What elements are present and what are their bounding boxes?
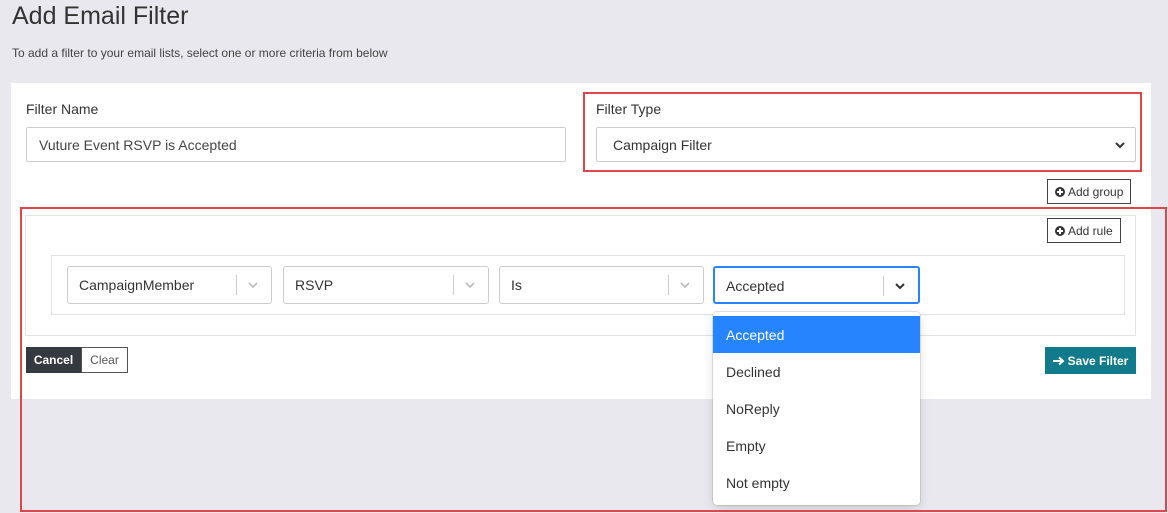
filter-name-label: Filter Name xyxy=(26,101,99,117)
chevron-down-icon xyxy=(895,283,905,290)
menu-option-label: Declined xyxy=(726,363,781,380)
menu-option-label: Accepted xyxy=(726,326,785,343)
save-filter-button[interactable]: Save Filter xyxy=(1045,347,1136,374)
rule-operator-value: Is xyxy=(511,277,522,293)
menu-option[interactable]: Empty xyxy=(713,427,920,464)
select-separator xyxy=(236,275,237,295)
filter-type-label: Filter Type xyxy=(596,101,662,117)
add-rule-label: Add rule xyxy=(1068,223,1113,238)
page-subtitle: To add a filter to your email lists, sel… xyxy=(12,46,388,60)
rule-value-value: Accepted xyxy=(726,278,785,294)
select-separator xyxy=(883,276,884,296)
cancel-label: Cancel xyxy=(33,353,74,367)
rule-field-value: CampaignMember xyxy=(79,277,195,293)
select-separator xyxy=(668,275,669,295)
add-rule-button[interactable]: Add rule xyxy=(1047,218,1121,243)
page-title: Add Email Filter xyxy=(12,2,189,30)
arrow-right-icon xyxy=(1052,356,1065,365)
filter-type-select[interactable]: Campaign Filter xyxy=(596,127,1136,162)
add-group-button[interactable]: Add group xyxy=(1047,179,1132,204)
cancel-button[interactable]: Cancel xyxy=(26,347,81,373)
select-separator xyxy=(453,275,454,295)
rule-operator-select[interactable]: Is xyxy=(499,266,704,304)
menu-option-label: Empty xyxy=(726,437,766,454)
filter-name-input[interactable]: Vuture Event RSVP is Accepted xyxy=(26,127,566,162)
rule-value-select[interactable]: Accepted xyxy=(713,266,920,304)
clear-button[interactable]: Clear xyxy=(81,347,128,373)
menu-option[interactable]: NoReply xyxy=(713,390,920,427)
rule-field-select[interactable]: CampaignMember xyxy=(67,266,272,304)
add-group-label: Add group xyxy=(1068,184,1124,199)
menu-option[interactable]: Declined xyxy=(713,353,920,390)
chevron-down-icon xyxy=(248,282,258,289)
rule-property-select[interactable]: RSVP xyxy=(283,266,489,304)
menu-option[interactable]: Accepted xyxy=(713,316,920,353)
plus-circle-icon xyxy=(1055,186,1065,197)
save-filter-label: Save Filter xyxy=(1067,353,1129,368)
menu-option-label: NoReply xyxy=(726,400,780,417)
menu-option[interactable]: Not empty xyxy=(713,464,920,501)
chevron-down-icon xyxy=(465,282,475,289)
filter-type-value: Campaign Filter xyxy=(613,136,712,153)
filter-name-value: Vuture Event RSVP is Accepted xyxy=(39,136,237,153)
plus-circle-icon xyxy=(1055,225,1065,236)
chevron-down-icon xyxy=(1115,142,1125,149)
chevron-down-icon xyxy=(680,282,690,289)
rule-property-value: RSVP xyxy=(295,277,334,293)
menu-option-label: Not empty xyxy=(726,474,790,491)
rule-value-menu: Accepted Declined NoReply Empty Not empt… xyxy=(713,312,920,505)
clear-label: Clear xyxy=(90,353,119,367)
